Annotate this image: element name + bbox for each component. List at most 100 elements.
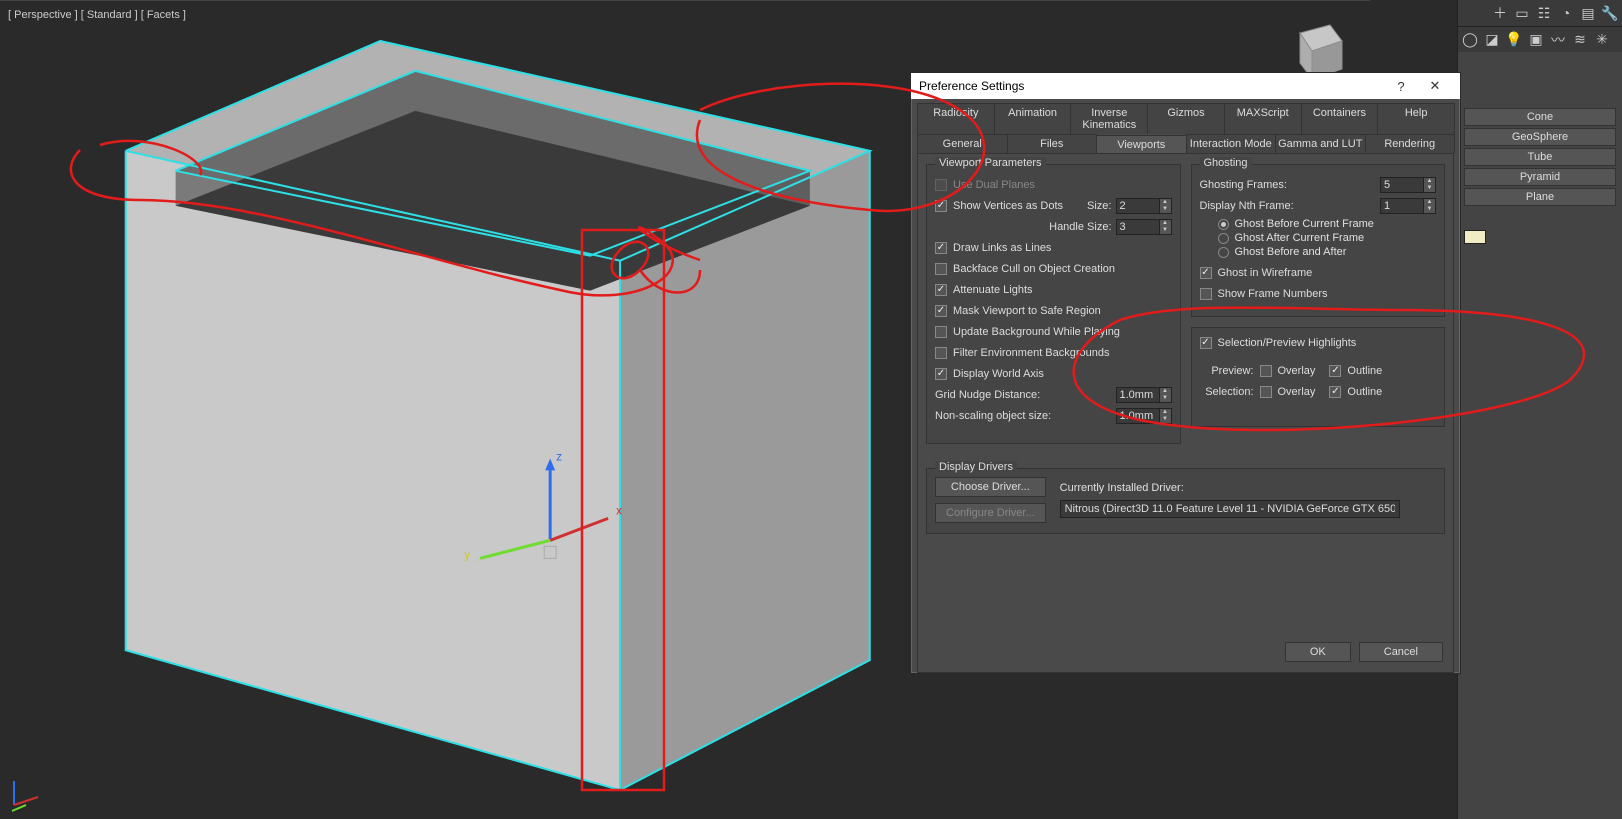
lbl-world-axis: Display World Axis bbox=[953, 368, 1172, 380]
geometry-icon[interactable]: ◯ bbox=[1462, 32, 1478, 48]
lbl-preview-overlay: Overlay bbox=[1278, 365, 1316, 377]
tab-general[interactable]: General bbox=[917, 134, 1008, 153]
btn-ok[interactable]: OK bbox=[1285, 642, 1351, 662]
tab-viewports[interactable]: Viewports bbox=[1096, 135, 1187, 154]
utilities-icon[interactable]: 🔧 bbox=[1602, 5, 1618, 21]
btn-configure-driver[interactable]: Configure Driver... bbox=[935, 503, 1046, 523]
lbl-mask-safe-region: Mask Viewport to Safe Region bbox=[953, 305, 1172, 317]
chk-show-vertices-as-dots[interactable] bbox=[935, 200, 947, 212]
chk-preview-outline[interactable] bbox=[1329, 365, 1341, 377]
svg-text:x: x bbox=[616, 503, 622, 517]
spin-size[interactable]: ▲▼ bbox=[1116, 198, 1172, 214]
helpers-icon[interactable]: 〰 bbox=[1550, 32, 1566, 48]
chk-frame-numbers[interactable] bbox=[1200, 288, 1212, 300]
primitive-pyramid[interactable]: Pyramid bbox=[1464, 168, 1616, 186]
chk-mask-safe-region[interactable] bbox=[935, 305, 947, 317]
lbl-show-vertices-as-dots: Show Vertices as Dots bbox=[953, 200, 1087, 212]
input-ghosting-frames[interactable] bbox=[1380, 177, 1424, 193]
color-swatch[interactable] bbox=[1464, 230, 1486, 244]
lbl-draw-links: Draw Links as Lines bbox=[953, 242, 1172, 254]
tab-gizmos[interactable]: Gizmos bbox=[1147, 103, 1225, 134]
close-icon[interactable]: ✕ bbox=[1418, 75, 1452, 97]
plus-icon[interactable]: ＋ bbox=[1492, 5, 1508, 21]
input-grid-nudge[interactable] bbox=[1116, 387, 1160, 403]
radio-ghost-both[interactable] bbox=[1218, 247, 1229, 258]
tab-radiosity[interactable]: Radiosity bbox=[917, 103, 995, 134]
primitive-plane[interactable]: Plane bbox=[1464, 188, 1616, 206]
group-title-ghosting: Ghosting bbox=[1200, 157, 1252, 169]
lights-icon[interactable]: 💡 bbox=[1506, 32, 1522, 48]
lbl-preview-outline: Outline bbox=[1347, 365, 1382, 377]
modify-icon[interactable]: ▭ bbox=[1514, 5, 1530, 21]
tab-body-viewports: Viewport Parameters Use Dual Planes Show… bbox=[917, 153, 1454, 673]
primitive-geosphere[interactable]: GeoSphere bbox=[1464, 128, 1616, 146]
btn-cancel[interactable]: Cancel bbox=[1359, 642, 1443, 662]
spacewarps-icon[interactable]: ≋ bbox=[1572, 32, 1588, 48]
dialog-titlebar[interactable]: Preference Settings ? ✕ bbox=[911, 73, 1460, 99]
btn-choose-driver[interactable]: Choose Driver... bbox=[935, 477, 1046, 497]
chk-selection-overlay[interactable] bbox=[1260, 386, 1272, 398]
input-handle-size[interactable] bbox=[1116, 219, 1160, 235]
motion-icon[interactable]: ◔ bbox=[1558, 5, 1574, 21]
input-non-scaling[interactable] bbox=[1116, 408, 1160, 424]
tab-help[interactable]: Help bbox=[1377, 103, 1455, 134]
tab-files[interactable]: Files bbox=[1007, 134, 1098, 153]
tab-animation[interactable]: Animation bbox=[994, 103, 1072, 134]
group-selection-highlights: Selection/Preview Highlights Preview: Ov… bbox=[1191, 327, 1446, 427]
radio-ghost-after[interactable] bbox=[1218, 233, 1229, 244]
help-icon[interactable]: ? bbox=[1384, 75, 1418, 97]
hierarchy-icon[interactable]: ☷ bbox=[1536, 5, 1552, 21]
input-nth-frame[interactable] bbox=[1380, 198, 1424, 214]
tab-containers[interactable]: Containers bbox=[1301, 103, 1379, 134]
tab-maxscript[interactable]: MAXScript bbox=[1224, 103, 1302, 134]
spin-handle-size[interactable]: ▲▼ bbox=[1116, 219, 1172, 235]
radio-ghost-before[interactable] bbox=[1218, 219, 1229, 230]
chk-draw-links[interactable] bbox=[935, 242, 947, 254]
lbl-filter-env: Filter Environment Backgrounds bbox=[953, 347, 1172, 359]
spin-nth-frame[interactable]: ▲▼ bbox=[1380, 198, 1436, 214]
tab-row-2: General Files Viewports Interaction Mode… bbox=[917, 134, 1454, 153]
lbl-nth-frame: Display Nth Frame: bbox=[1200, 200, 1381, 212]
chk-selection-highlights[interactable] bbox=[1200, 337, 1212, 349]
chk-world-axis[interactable] bbox=[935, 368, 947, 380]
lbl-ghost-before: Ghost Before Current Frame bbox=[1235, 218, 1374, 230]
lbl-ghost-both: Ghost Before and After bbox=[1235, 246, 1347, 258]
chk-ghost-wireframe[interactable] bbox=[1200, 267, 1212, 279]
primitive-cone[interactable]: Cone bbox=[1464, 108, 1616, 126]
tab-rendering[interactable]: Rendering bbox=[1365, 134, 1456, 153]
chk-preview-overlay[interactable] bbox=[1260, 365, 1272, 377]
chk-filter-env[interactable] bbox=[935, 347, 947, 359]
shapes-icon[interactable]: ◪ bbox=[1484, 32, 1500, 48]
cameras-icon[interactable]: ▣ bbox=[1528, 32, 1544, 48]
command-panel-toolbar-sub: ◯ ◪ 💡 ▣ 〰 ≋ ✳ bbox=[1458, 26, 1622, 52]
lbl-ghost-wireframe: Ghost in Wireframe bbox=[1218, 267, 1437, 279]
group-title-viewport-parameters: Viewport Parameters bbox=[935, 157, 1046, 169]
lbl-grid-nudge: Grid Nudge Distance: bbox=[935, 389, 1116, 401]
chk-selection-outline[interactable] bbox=[1329, 386, 1341, 398]
group-title-drivers: Display Drivers bbox=[935, 461, 1017, 473]
spin-grid-nudge[interactable]: ▲▼ bbox=[1116, 387, 1172, 403]
tab-inverse-kinematics[interactable]: Inverse Kinematics bbox=[1070, 103, 1148, 134]
lbl-selection-overlay: Overlay bbox=[1278, 386, 1316, 398]
spin-ghosting-frames[interactable]: ▲▼ bbox=[1380, 177, 1436, 193]
chk-backface-cull[interactable] bbox=[935, 263, 947, 275]
tab-gamma-lut[interactable]: Gamma and LUT bbox=[1275, 134, 1366, 153]
primitive-tube[interactable]: Tube bbox=[1464, 148, 1616, 166]
svg-text:z: z bbox=[556, 449, 562, 463]
command-panel[interactable]: ＋ ▭ ☷ ◔ ▤ 🔧 ◯ ◪ 💡 ▣ 〰 ≋ ✳ Cone GeoSphere… bbox=[1457, 0, 1622, 819]
lbl-ghost-after: Ghost After Current Frame bbox=[1235, 232, 1365, 244]
lbl-attenuate-lights: Attenuate Lights bbox=[953, 284, 1172, 296]
corner-axis-gizmo bbox=[6, 773, 46, 813]
spin-non-scaling[interactable]: ▲▼ bbox=[1116, 408, 1172, 424]
lbl-backface-cull: Backface Cull on Object Creation bbox=[953, 263, 1172, 275]
chk-attenuate-lights[interactable] bbox=[935, 284, 947, 296]
lbl-update-bg: Update Background While Playing bbox=[953, 326, 1172, 338]
systems-icon[interactable]: ✳ bbox=[1594, 32, 1610, 48]
group-viewport-parameters: Viewport Parameters Use Dual Planes Show… bbox=[926, 164, 1181, 444]
lbl-preview: Preview: bbox=[1200, 365, 1254, 377]
tab-interaction-mode[interactable]: Interaction Mode bbox=[1186, 134, 1277, 153]
input-size[interactable] bbox=[1116, 198, 1160, 214]
display-icon[interactable]: ▤ bbox=[1580, 5, 1596, 21]
chk-update-bg[interactable] bbox=[935, 326, 947, 338]
lbl-ghosting-frames: Ghosting Frames: bbox=[1200, 179, 1381, 191]
